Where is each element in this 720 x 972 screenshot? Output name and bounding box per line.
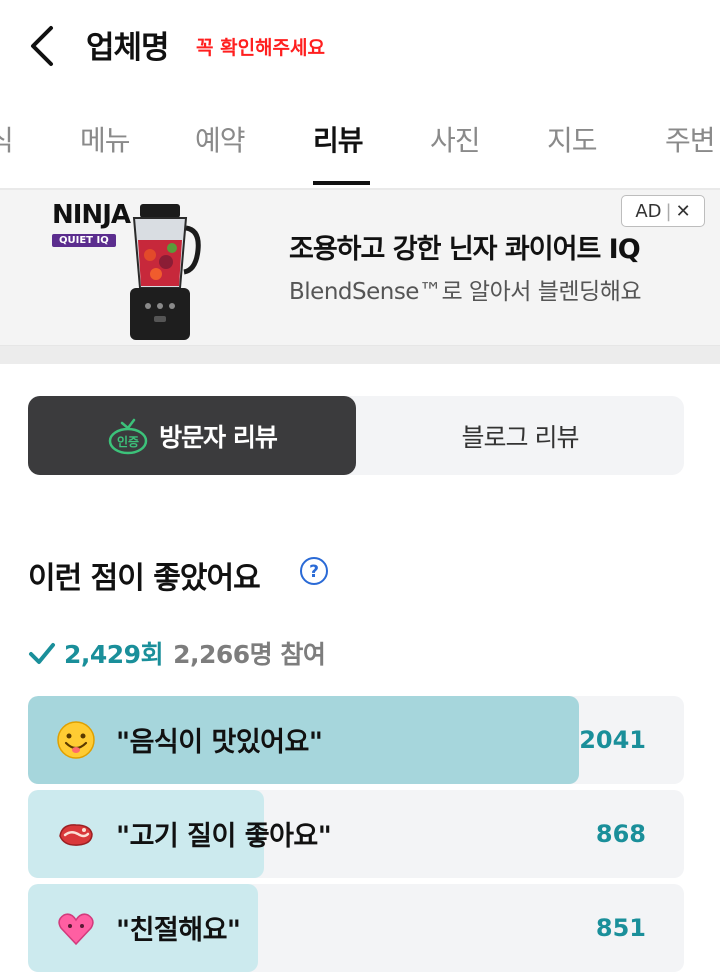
- heart-emoji: [58, 913, 94, 946]
- ad-subline: BlendSense™로 알아서 블렌딩해요: [289, 279, 642, 305]
- keyword-count: 868: [595, 820, 646, 848]
- meat-emoji: [59, 824, 93, 846]
- ad-badge[interactable]: AD | ✕: [621, 195, 705, 227]
- keyword-row[interactable]: "친절해요" 851: [28, 884, 684, 972]
- tab-photos[interactable]: 사진: [430, 119, 481, 159]
- tab-menu[interactable]: 메뉴: [80, 119, 131, 159]
- ad-divider: |: [665, 200, 672, 222]
- participant-count: 2,266명 참여: [173, 640, 326, 669]
- keyword-row[interactable]: "고기 질이 좋아요" 868: [28, 790, 684, 878]
- active-tab-indicator: [313, 181, 370, 185]
- section-divider: [0, 346, 720, 364]
- visitor-review-label: 방문자 리뷰: [159, 422, 278, 452]
- ad-label: AD: [635, 200, 662, 222]
- back-arrow-icon: [31, 26, 53, 66]
- tab-home[interactable]: 식: [0, 119, 14, 159]
- review-stats: 2,429회 2,266명 참여: [28, 636, 326, 670]
- keyword-count: 2041: [579, 726, 646, 754]
- tab-reservation[interactable]: 예약: [195, 119, 246, 159]
- check-icon: [29, 643, 55, 664]
- blog-review-button[interactable]: 블로그 리뷰: [356, 396, 684, 475]
- close-icon[interactable]: ✕: [676, 201, 691, 222]
- section-title: 이런 점이 좋았어요: [28, 561, 261, 596]
- page-title: 업체명: [86, 30, 170, 66]
- tab-nearby[interactable]: 주변: [665, 119, 716, 159]
- keyword-text: "친절해요": [116, 915, 241, 946]
- ad-headline: 조용하고 강한 닌자 콰이어트 IQ: [289, 234, 641, 265]
- svg-text:인증: 인증: [117, 434, 139, 449]
- keyword-text: "고기 질이 좋아요": [116, 821, 332, 852]
- back-button[interactable]: [22, 22, 62, 70]
- tab-bar: 식 메뉴 예약 리뷰 사진 지도 주변: [0, 92, 720, 190]
- tab-map[interactable]: 지도: [547, 119, 598, 159]
- notice-text: 꼭 확인해주세요: [196, 37, 325, 59]
- keyword-row[interactable]: "음식이 맛있어요" 2041: [28, 696, 684, 784]
- keyword-count: 851: [595, 914, 646, 942]
- keyword-text: "음식이 맛있어요": [116, 727, 323, 758]
- header: 업체명 꼭 확인해주세요: [0, 0, 720, 92]
- verified-badge-icon: 인증: [108, 418, 148, 454]
- smiling-face-emoji: [57, 721, 95, 759]
- brand-logo: NINJA QUIET IQ: [52, 200, 131, 247]
- vote-count: 2,429회: [64, 640, 164, 669]
- visitor-review-button[interactable]: 인증 방문자 리뷰: [28, 396, 356, 475]
- svg-text:?: ?: [309, 562, 319, 582]
- tab-review[interactable]: 리뷰: [313, 119, 364, 159]
- blender-product-image: [130, 204, 201, 340]
- help-icon[interactable]: ?: [299, 556, 329, 586]
